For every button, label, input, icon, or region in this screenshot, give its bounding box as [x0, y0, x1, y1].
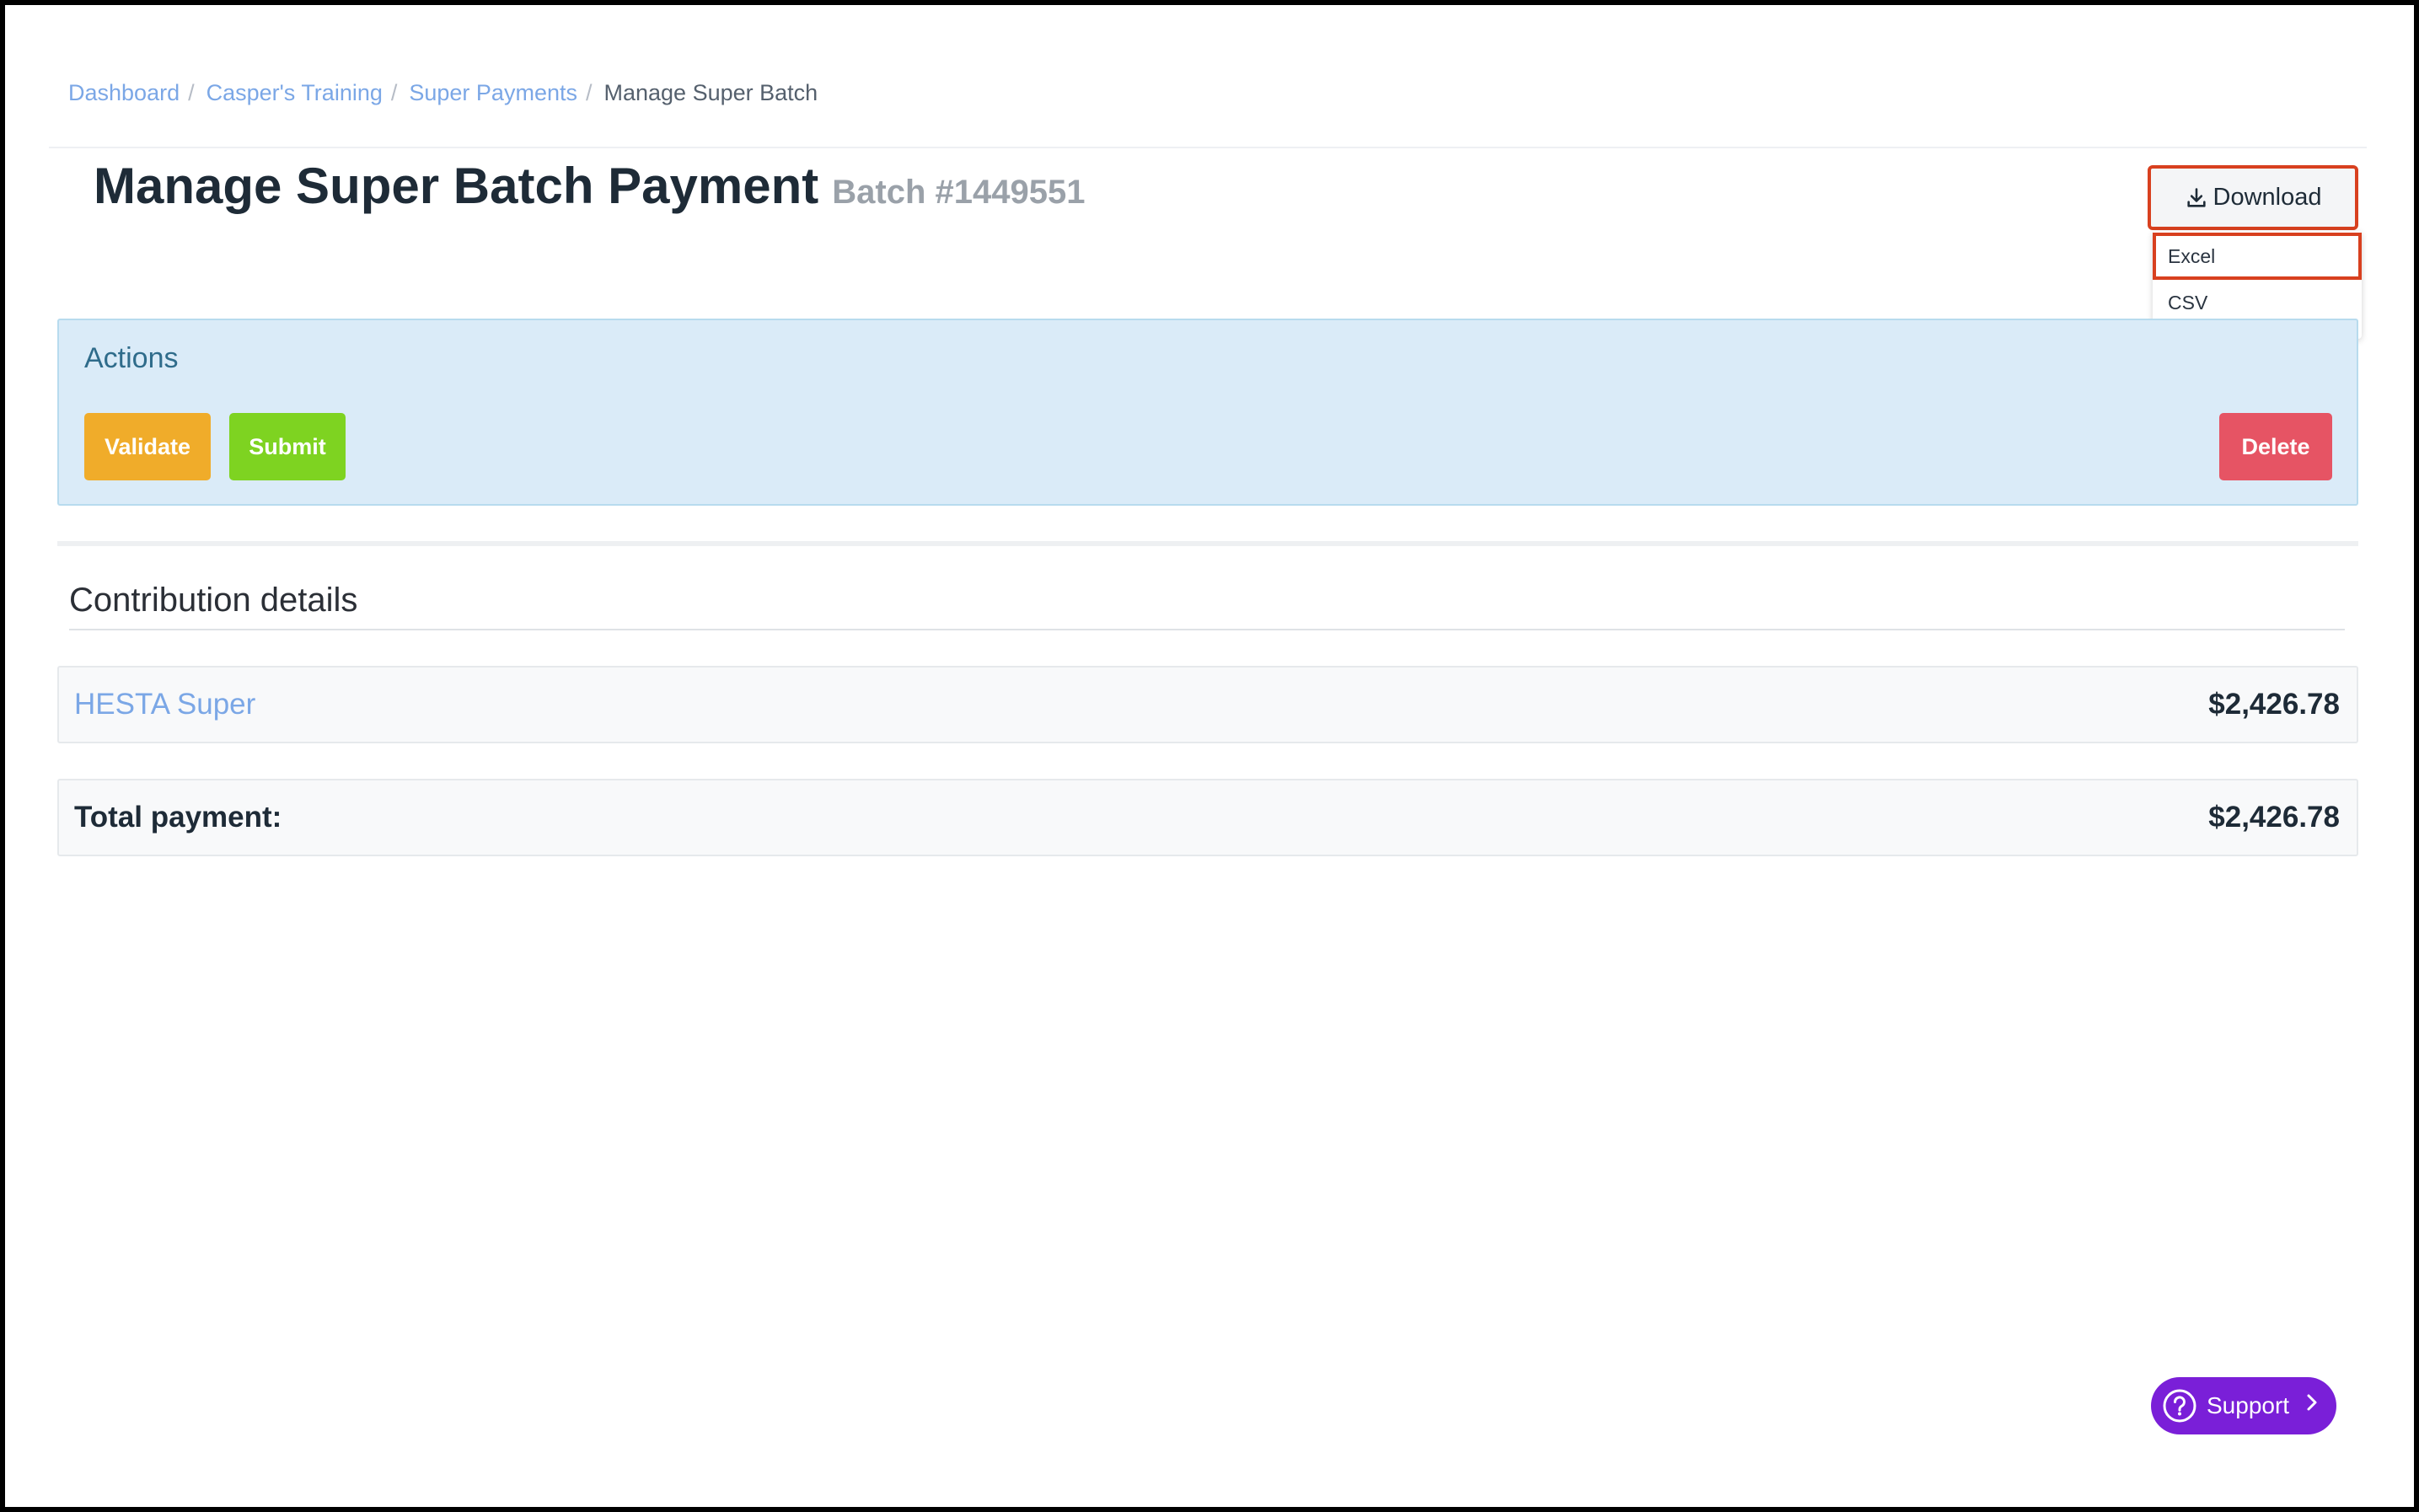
chevron-right-icon: [2307, 1394, 2317, 1411]
contribution-row: HESTA Super $2,426.78: [57, 666, 2358, 743]
section-title-underline: [69, 629, 2345, 630]
breadcrumb-separator: /: [390, 80, 398, 105]
window-frame: [0, 0, 2419, 1512]
download-button-label: Download: [2212, 184, 2322, 211]
total-payment-amount: $2,426.78: [2208, 801, 2340, 834]
breadcrumb-separator: /: [188, 80, 195, 105]
delete-button[interactable]: Delete: [2219, 413, 2332, 480]
download-excel-option[interactable]: Excel: [2153, 233, 2362, 280]
contribution-details-title: Contribution details: [69, 582, 358, 619]
actions-panel: Actions Validate Submit Delete: [57, 319, 2358, 506]
fund-amount: $2,426.78: [2208, 688, 2340, 721]
page-header: Manage Super Batch Payment Batch #144955…: [94, 157, 1085, 215]
actions-title: Actions: [84, 342, 179, 374]
breadcrumb-caspers-training[interactable]: Casper's Training: [206, 80, 383, 106]
validate-button[interactable]: Validate: [84, 413, 211, 480]
page-title: Manage Super Batch Payment: [94, 158, 819, 214]
breadcrumb: Dashboard / Casper's Training / Super Pa…: [68, 80, 818, 106]
total-payment-label: Total payment:: [74, 801, 282, 834]
breadcrumb-separator: /: [585, 80, 593, 105]
breadcrumb-super-payments[interactable]: Super Payments: [409, 80, 577, 106]
question-circle-icon: [2163, 1389, 2196, 1423]
download-icon: [2186, 187, 2206, 207]
submit-button[interactable]: Submit: [229, 413, 346, 480]
header-divider: [49, 147, 2367, 148]
batch-number: Batch #1449551: [832, 174, 1086, 211]
support-button-label: Support: [2207, 1392, 2290, 1418]
fund-name-link[interactable]: HESTA Super: [74, 668, 255, 742]
breadcrumb-current: Manage Super Batch: [603, 80, 818, 105]
total-payment-row: Total payment: $2,426.78: [57, 779, 2358, 856]
breadcrumb-dashboard[interactable]: Dashboard: [68, 80, 180, 106]
support-button[interactable]: Support: [2151, 1377, 2336, 1434]
section-divider: [57, 541, 2358, 546]
download-button[interactable]: Download: [2148, 165, 2358, 230]
